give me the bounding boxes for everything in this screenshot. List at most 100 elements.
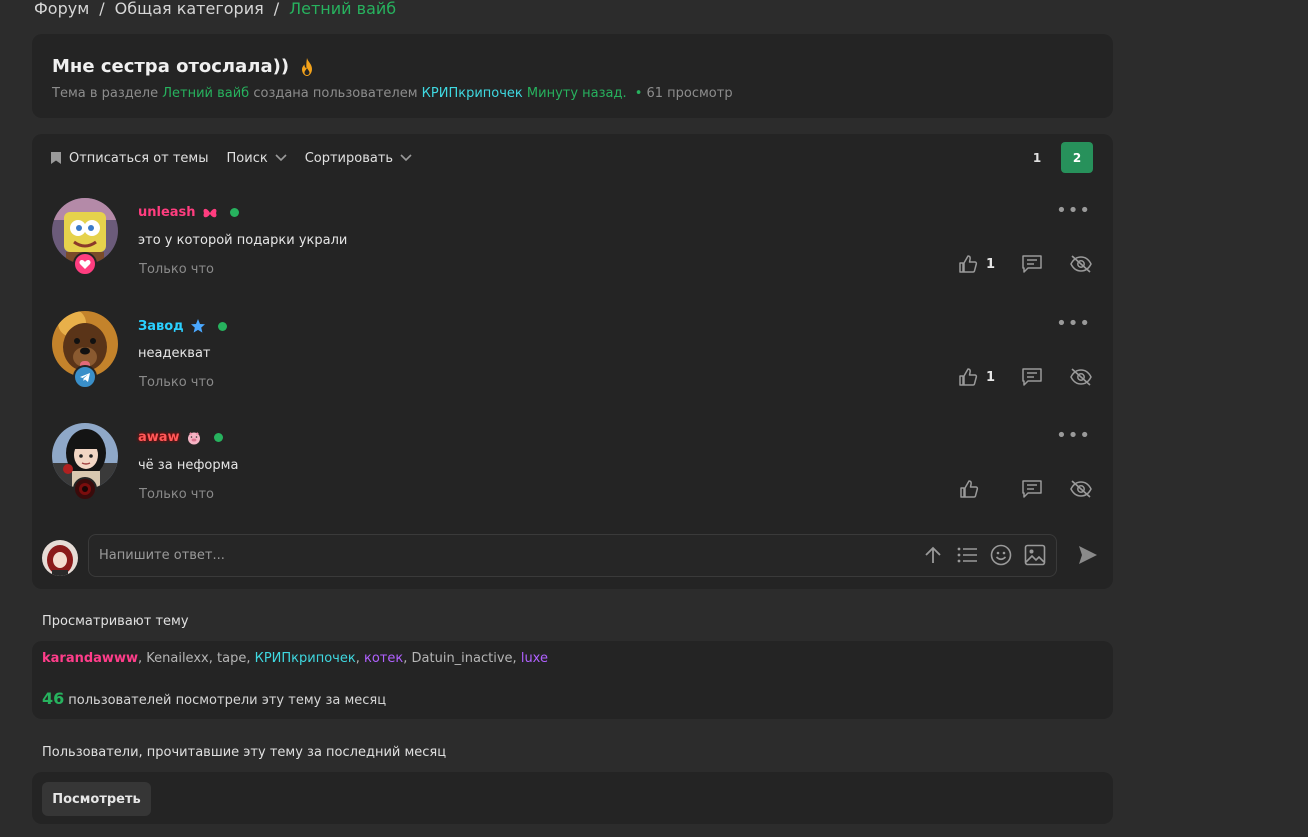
thread-title: Мне сестра отослала)): [52, 56, 290, 77]
fire-icon: [302, 57, 313, 76]
post: unleash это у которой подарки украли Тол…: [32, 198, 1113, 308]
search-dropdown[interactable]: Поиск: [227, 151, 287, 166]
reply-placeholder: Напишите ответ...: [99, 548, 225, 563]
sort-label: Сортировать: [304, 150, 394, 166]
breadcrumb-category[interactable]: Общая категория: [115, 0, 264, 18]
eye-off-icon: [1070, 368, 1092, 386]
comment-icon: [1022, 480, 1042, 498]
like-button[interactable]: 1: [958, 254, 995, 274]
thread-views: 61 просмотр: [646, 86, 733, 101]
reply-tools: [922, 544, 1046, 566]
eye-off-icon: [1070, 255, 1092, 273]
username: Завод: [138, 318, 184, 334]
post-time: Только что: [139, 262, 215, 277]
chevron-down-icon: [275, 154, 287, 162]
breadcrumb-separator: /: [273, 0, 280, 18]
post-text: неадекват: [138, 346, 211, 361]
view-readers-button[interactable]: Посмотреть: [42, 782, 151, 816]
more-options-icon[interactable]: •••: [1056, 200, 1091, 221]
viewer-link[interactable]: КРИПкрипочек: [255, 651, 356, 666]
dark-badge-icon: [73, 477, 97, 501]
post: Завод неадекват Только что ••• 1: [32, 311, 1113, 421]
post-author[interactable]: unleash: [138, 205, 239, 220]
username: awaw: [138, 430, 180, 445]
breadcrumb-separator: /: [99, 0, 105, 18]
thumbs-up-icon: [959, 255, 978, 273]
reply-button[interactable]: [1021, 254, 1043, 274]
avatar[interactable]: [52, 198, 118, 276]
viewer-link[interactable]: котек: [364, 651, 403, 666]
reply-row: Напишите ответ...: [32, 534, 1113, 578]
viewer-separator: ,: [137, 651, 143, 666]
unsubscribe-button[interactable]: Отписаться от темы: [50, 151, 209, 166]
readers-label: Пользователи, прочитавшие эту тему за по…: [42, 745, 447, 760]
avatar[interactable]: [52, 423, 118, 501]
viewer-link[interactable]: Datuin_inactive: [412, 651, 513, 666]
section-link[interactable]: Летний вайб: [162, 86, 249, 101]
viewer-link[interactable]: karandawww: [42, 651, 138, 666]
viewer-link[interactable]: tape: [217, 651, 246, 666]
telegram-badge-icon: [73, 365, 97, 389]
pig-icon: [187, 431, 200, 444]
meta-dot: •: [634, 86, 643, 101]
month-views-stat: 46 пользователей посмотрели эту тему за м…: [42, 689, 386, 708]
like-button[interactable]: [959, 479, 995, 499]
upload-icon[interactable]: [922, 544, 944, 566]
butterfly-icon: [203, 208, 217, 217]
viewer-separator: ,: [208, 651, 213, 666]
more-options-icon[interactable]: •••: [1056, 425, 1091, 446]
thread-header: Мне сестра отослала)) Тема в разделе Лет…: [32, 34, 1113, 118]
post-actions: 1: [958, 367, 1093, 387]
viewer-separator: ,: [355, 651, 360, 666]
viewers-label: Просматривают тему: [42, 614, 189, 629]
post-time: Только что: [139, 375, 215, 390]
username: unleash: [138, 205, 196, 220]
chevron-down-icon: [400, 154, 412, 162]
viewer-link[interactable]: luxe: [521, 651, 548, 666]
thread-meta: Тема в разделе Летний вайб создана польз…: [52, 86, 1093, 101]
meta-mid: создана пользователем: [253, 86, 418, 101]
page-2-button[interactable]: 2: [1061, 142, 1093, 173]
bookmark-icon: [51, 152, 61, 164]
search-label: Поиск: [226, 150, 268, 166]
hide-button[interactable]: [1069, 479, 1093, 499]
comment-icon: [1022, 255, 1042, 273]
hide-button[interactable]: [1069, 367, 1093, 387]
list-icon[interactable]: [956, 544, 978, 566]
online-indicator: [229, 208, 239, 217]
like-count: 1: [985, 256, 995, 272]
heart-badge-icon: [73, 252, 97, 276]
like-count: 1: [985, 369, 995, 385]
month-views-text: пользователей посмотрели эту тему за мес…: [68, 693, 387, 708]
breadcrumb-home[interactable]: Форум: [34, 0, 89, 18]
emoji-icon[interactable]: [990, 544, 1012, 566]
page-1-button[interactable]: 1: [1021, 142, 1053, 173]
reply-button[interactable]: [1021, 479, 1043, 499]
author-link[interactable]: КРИПкрипочек: [422, 86, 523, 101]
month-views-count: 46: [42, 689, 65, 708]
thread-toolbar: Отписаться от темы Поиск Сортировать: [50, 148, 412, 168]
thumbs-up-icon: [959, 368, 978, 386]
eye-off-icon: [1070, 480, 1092, 498]
online-indicator: [217, 321, 227, 331]
send-icon[interactable]: [1077, 544, 1099, 566]
like-button[interactable]: 1: [958, 367, 995, 387]
reply-button[interactable]: [1021, 367, 1043, 387]
star-icon: [190, 319, 205, 333]
thread-time: Минуту назад.: [526, 86, 627, 101]
image-icon[interactable]: [1024, 544, 1046, 566]
viewer-separator: ,: [403, 651, 408, 666]
reply-input[interactable]: Напишите ответ...: [88, 534, 1057, 577]
post-author[interactable]: awaw: [138, 430, 223, 445]
breadcrumb-current[interactable]: Летний вайб: [289, 0, 396, 18]
sort-dropdown[interactable]: Сортировать: [305, 151, 412, 166]
post-author[interactable]: Завод: [138, 318, 227, 334]
thumbs-up-icon: [960, 480, 979, 498]
post: awaw чё за неформа Только что •••: [32, 423, 1113, 533]
avatar[interactable]: [52, 311, 118, 389]
hide-button[interactable]: [1069, 254, 1093, 274]
viewer-link[interactable]: Kenailexx: [146, 651, 208, 666]
pagination: 1 2: [1021, 142, 1093, 173]
post-text: это у которой подарки украли: [138, 233, 348, 248]
more-options-icon[interactable]: •••: [1056, 313, 1091, 334]
